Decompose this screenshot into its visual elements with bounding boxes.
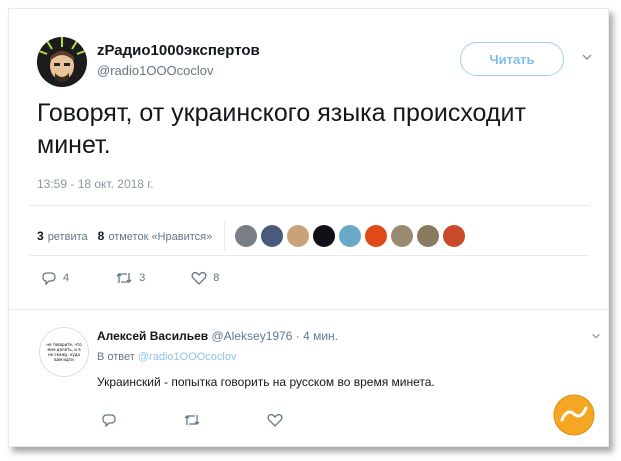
liker-avatar[interactable] — [365, 225, 388, 247]
reply-action[interactable]: 4 — [41, 271, 69, 285]
author-avatar[interactable] — [37, 37, 87, 87]
engagement-stats: 3 ретвита 8 отметок «Нравится» — [37, 221, 466, 251]
reply-count: 4 — [63, 272, 70, 284]
liker-avatar[interactable] — [339, 225, 362, 247]
reply-time[interactable]: · 4 мин. — [296, 329, 338, 343]
reply-author-handle[interactable]: @Aleksey1976 — [212, 329, 293, 343]
chevron-down-icon[interactable] — [581, 51, 593, 63]
like-count: 8 — [213, 272, 220, 284]
reply-text: Украинский - попытка говорить на русском… — [97, 375, 435, 389]
liker-avatar[interactable] — [313, 225, 336, 247]
liker-avatars — [235, 225, 466, 247]
divider — [29, 205, 589, 206]
likes-label: отметок «Нравится» — [108, 231, 213, 243]
likes-count: 8 — [97, 229, 105, 243]
in-reply-to: В ответ @radio1OOOcoclov — [97, 351, 236, 363]
main-tweet: zРадио1000экспертов @radio1OOOcoclov Чит… — [9, 9, 608, 309]
reply-tweet: не говорите, что мне делать, и я не скаж… — [9, 309, 608, 446]
tweet-screenshot-frame: zРадио1000экспертов @radio1OOOcoclov Чит… — [8, 8, 609, 447]
like-action[interactable]: 8 — [191, 271, 219, 285]
retweet-icon — [184, 415, 200, 425]
liker-avatar[interactable] — [261, 225, 284, 247]
author-handle[interactable]: @radio1OOOcoclov — [97, 63, 214, 78]
liker-avatar[interactable] — [287, 225, 310, 247]
retweet-count: 3 — [139, 272, 146, 284]
reply-retweet-action[interactable] — [183, 413, 207, 427]
liker-avatar[interactable] — [443, 225, 466, 247]
reply-icon — [102, 414, 116, 427]
reply-author-name[interactable]: Алексей Васильев — [97, 329, 208, 343]
likes-stat[interactable]: 8 отметок «Нравится» — [98, 229, 213, 243]
reply-header: Алексей Васильев @Aleksey1976 · 4 мин. — [97, 329, 338, 343]
divider — [29, 255, 589, 256]
retweets-label: ретвита — [47, 231, 88, 243]
stats-divider — [224, 221, 226, 251]
reply-avatar-text: не говорите, что мне делать, и я не скаж… — [46, 342, 82, 362]
watermark-logo-icon — [553, 394, 595, 436]
in-reply-prefix: В ответ — [97, 351, 135, 363]
follow-button[interactable]: Читать — [460, 42, 564, 76]
reply-like-action[interactable] — [267, 413, 289, 427]
liker-avatar[interactable] — [417, 225, 440, 247]
reply-author-avatar[interactable]: не говорите, что мне делать, и я не скаж… — [39, 327, 89, 377]
tweet-timestamp[interactable]: 13:59 - 18 окт. 2018 г. — [37, 177, 154, 191]
author-avatar-image — [37, 37, 87, 87]
chevron-down-icon[interactable] — [591, 331, 601, 341]
heart-icon — [191, 271, 207, 285]
liker-avatar[interactable] — [235, 225, 258, 247]
tweet-text: Говорят, от украинского языка происходит… — [37, 99, 526, 159]
retweets-count: 3 — [37, 229, 44, 243]
reply-reply-action[interactable] — [101, 413, 123, 427]
heart-icon — [267, 413, 283, 427]
liker-avatar[interactable] — [391, 225, 414, 247]
retweet-action[interactable]: 3 — [115, 271, 145, 285]
reply-icon — [42, 272, 56, 285]
retweet-icon — [116, 273, 132, 283]
reply-actions — [101, 413, 335, 427]
author-name[interactable]: zРадио1000экспертов — [97, 42, 260, 59]
in-reply-handle[interactable]: @radio1OOOcoclov — [138, 351, 237, 363]
retweets-stat[interactable]: 3 ретвита — [37, 229, 88, 243]
tweet-actions: 4 3 8 — [41, 271, 265, 285]
